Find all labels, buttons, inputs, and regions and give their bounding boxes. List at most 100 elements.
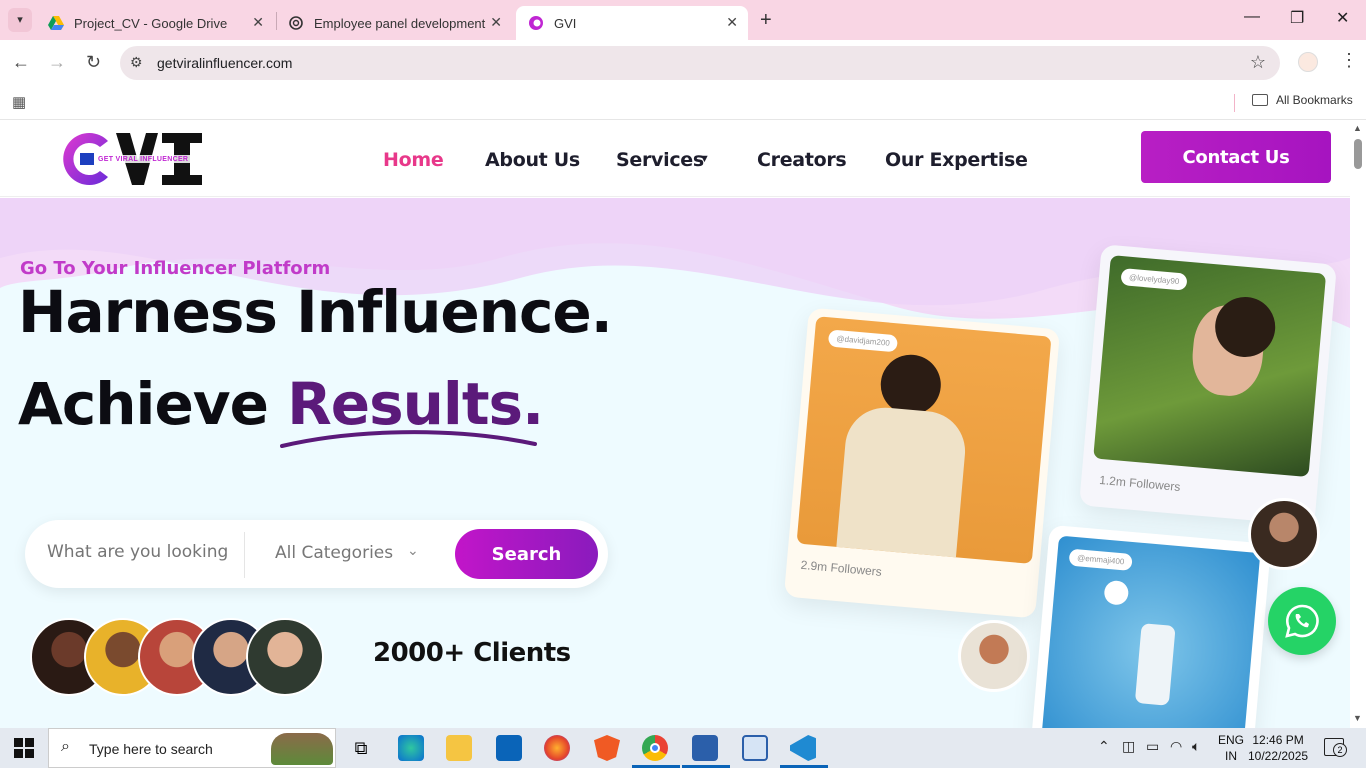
all-bookmarks-label: All Bookmarks bbox=[1276, 93, 1353, 107]
news-app-icon[interactable] bbox=[742, 735, 768, 761]
influencer-card[interactable]: @emmaji400 bbox=[1030, 524, 1272, 728]
hero-section: Go To Your Influencer Platform Harness I… bbox=[0, 198, 1350, 728]
page-viewport: GET VIRAL INFLUENCER Home About Us Servi… bbox=[0, 121, 1350, 728]
tab-title: Project_CV - Google Drive bbox=[74, 15, 228, 31]
edge-icon[interactable] bbox=[398, 735, 424, 761]
whatsapp-button[interactable] bbox=[1268, 587, 1336, 655]
nav-home[interactable]: Home bbox=[383, 149, 444, 171]
file-explorer-icon[interactable] bbox=[446, 735, 472, 761]
notification-count: 2 bbox=[1333, 743, 1347, 757]
reload-icon[interactable]: ↻ bbox=[86, 52, 101, 73]
taskbar-search-placeholder: Type here to search bbox=[89, 741, 213, 757]
chevron-down-icon[interactable]: ▼ bbox=[699, 153, 710, 165]
follower-count: 2.9m Followers bbox=[800, 557, 883, 579]
tab-title: GVI bbox=[554, 15, 577, 31]
page-scrollbar[interactable]: ▲ ▼ bbox=[1350, 121, 1366, 728]
person-jacket bbox=[836, 404, 969, 558]
word-icon[interactable] bbox=[692, 735, 718, 761]
language-indicator[interactable]: ENG IN bbox=[1218, 732, 1244, 764]
battery-icon[interactable]: ▭ bbox=[1146, 738, 1159, 755]
influencer-photo bbox=[796, 316, 1052, 564]
clock-date: 10/22/2025 bbox=[1248, 749, 1309, 763]
outlook-icon[interactable] bbox=[496, 735, 522, 761]
tab-google-drive[interactable]: Project_CV - Google Drive ✕ bbox=[36, 6, 274, 40]
url-text[interactable]: getviralinfluencer.com bbox=[157, 55, 292, 71]
lang-code: ENG bbox=[1218, 733, 1245, 747]
minimize-icon[interactable]: — bbox=[1244, 8, 1260, 26]
search-button[interactable]: Search bbox=[455, 529, 598, 579]
scroll-up-icon[interactable]: ▲ bbox=[1353, 123, 1362, 133]
profile-avatar[interactable] bbox=[1298, 52, 1318, 72]
apps-grid-icon[interactable]: ▦ bbox=[12, 93, 26, 111]
headline-achieve: Achieve bbox=[18, 370, 288, 438]
nav-about[interactable]: About Us bbox=[485, 149, 580, 171]
tab-search-button[interactable]: ▾ bbox=[8, 8, 32, 32]
tab-strip: ▾ Project_CV - Google Drive ✕ Employee p… bbox=[0, 0, 1366, 40]
clock-time: 12:46 PM bbox=[1252, 733, 1304, 747]
chrome-center bbox=[650, 743, 660, 753]
clock[interactable]: 12:46 PM 10/22/2025 bbox=[1248, 732, 1308, 764]
vscode-icon[interactable] bbox=[790, 735, 816, 761]
menu-kebab-icon[interactable]: ⋮ bbox=[1340, 50, 1358, 71]
google-drive-icon bbox=[48, 15, 64, 31]
tab-title: Employee panel development bbox=[314, 15, 486, 31]
task-view-icon[interactable]: ⧉ bbox=[348, 735, 374, 761]
whatsapp-icon bbox=[1285, 604, 1319, 638]
serum-bottle bbox=[1134, 623, 1176, 706]
back-icon[interactable]: ← bbox=[12, 52, 30, 73]
windows-start-icon[interactable] bbox=[14, 738, 34, 758]
logo-text: GET VIRAL INFLUENCER bbox=[98, 156, 189, 163]
influencer-card[interactable]: @davidjam200 2.9m Followers bbox=[783, 307, 1061, 619]
all-bookmarks-button[interactable]: All Bookmarks bbox=[1252, 93, 1353, 107]
close-tab-icon[interactable]: ✕ bbox=[252, 14, 264, 31]
client-avatars bbox=[30, 618, 330, 698]
site-header: GET VIRAL INFLUENCER Home About Us Servi… bbox=[0, 121, 1350, 197]
close-tab-icon[interactable]: ✕ bbox=[726, 14, 738, 31]
flower bbox=[1103, 579, 1130, 606]
nav-services[interactable]: Services bbox=[616, 149, 704, 171]
influencer-photo bbox=[1093, 255, 1327, 478]
tab-gvi[interactable]: GVI ✕ bbox=[516, 6, 748, 40]
windows-taskbar: ⌕ Type here to search ⧉ ⌃ ◫ ▭ ◠ 🔈︎ ENG I… bbox=[0, 728, 1366, 768]
openai-icon bbox=[288, 15, 304, 31]
gvi-logo[interactable]: GET VIRAL INFLUENCER bbox=[58, 131, 202, 187]
nav-creators[interactable]: Creators bbox=[757, 149, 847, 171]
scroll-down-icon[interactable]: ▼ bbox=[1353, 713, 1362, 723]
nav-expertise[interactable]: Our Expertise bbox=[885, 149, 1028, 171]
gvi-favicon bbox=[528, 15, 544, 31]
avatar bbox=[246, 618, 324, 696]
omnibox[interactable]: ⚙ getviralinfluencer.com ☆ bbox=[120, 46, 1280, 80]
close-tab-icon[interactable]: ✕ bbox=[490, 14, 502, 31]
brave-icon[interactable] bbox=[594, 735, 620, 761]
address-bar-row: ← → ↻ ⚙ getviralinfluencer.com ☆ bbox=[0, 40, 1366, 86]
folder-icon bbox=[1252, 94, 1268, 106]
hero-tagline: Go To Your Influencer Platform bbox=[20, 258, 331, 279]
forward-icon[interactable]: → bbox=[48, 52, 66, 73]
chevron-down-icon[interactable]: ⌄ bbox=[407, 542, 419, 559]
restore-icon[interactable]: ❐ bbox=[1290, 8, 1304, 28]
notifications-button[interactable]: 2 bbox=[1324, 738, 1347, 757]
small-avatar bbox=[958, 620, 1030, 692]
taskbar-search[interactable]: ⌕ Type here to search bbox=[48, 728, 336, 768]
clients-count: 2000+ Clients bbox=[373, 638, 571, 668]
bookmark-star-icon[interactable]: ☆ bbox=[1250, 52, 1266, 73]
firefox-icon[interactable] bbox=[544, 735, 570, 761]
search-icon: ⌕ bbox=[61, 738, 70, 755]
close-window-icon[interactable]: ✕ bbox=[1336, 8, 1349, 28]
chevron-up-icon[interactable]: ⌃ bbox=[1098, 738, 1110, 755]
site-info-icon[interactable]: ⚙ bbox=[130, 54, 143, 71]
tab-employee-panel[interactable]: Employee panel development ✕ bbox=[276, 6, 512, 40]
influencer-card[interactable]: @lovelyday90 1.2m Followers bbox=[1079, 244, 1337, 526]
contact-us-button[interactable]: Contact Us bbox=[1141, 131, 1331, 183]
category-select[interactable]: All Categories bbox=[275, 543, 393, 563]
chrome-icon[interactable] bbox=[642, 735, 668, 761]
search-input[interactable] bbox=[47, 542, 232, 562]
scroll-thumb[interactable] bbox=[1354, 139, 1362, 169]
lang-region: IN bbox=[1225, 749, 1237, 763]
follower-count: 1.2m Followers bbox=[1098, 472, 1181, 494]
volume-icon[interactable]: 🔈︎ bbox=[1192, 738, 1200, 755]
wifi-icon[interactable]: ◠ bbox=[1170, 738, 1182, 755]
results-underline bbox=[280, 430, 537, 448]
meet-now-icon[interactable]: ◫ bbox=[1122, 738, 1135, 755]
new-tab-button[interactable]: + bbox=[760, 9, 772, 32]
